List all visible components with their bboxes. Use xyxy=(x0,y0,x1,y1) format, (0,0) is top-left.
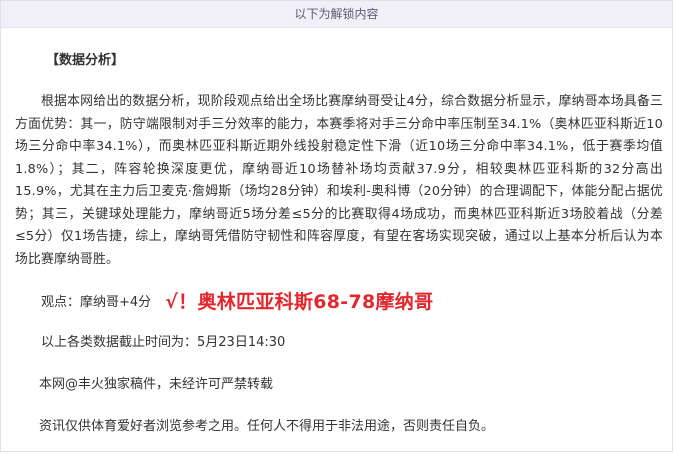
verdict-result: √！奥林匹亚科斯68-78摩纳哥 xyxy=(165,291,434,313)
unlock-banner-text: 以下为解锁内容 xyxy=(294,7,379,21)
disclaimer-text: 资讯仅供体育爱好者浏览参考之用。任何人不得用于非法用途，否则责任自负。 xyxy=(39,419,495,434)
verdict-row: 观点：摩纳哥+4分 √！奥林匹亚科斯68-78摩纳哥 xyxy=(41,287,433,314)
copyright-notice: 本网@丰火独家稿件，未经许可严禁转载 xyxy=(39,377,274,392)
article-frame: 以下为解锁内容 【数据分析】 根据本网给出的数据分析，现阶段观点给出全场比赛摩纳… xyxy=(0,0,673,452)
data-cutoff-time: 以上各类数据截止时间为：5月23日14:30 xyxy=(41,335,286,350)
verdict-label: 观点：摩纳哥+4分 xyxy=(41,295,152,310)
unlock-banner: 以下为解锁内容 xyxy=(1,1,672,28)
section-heading: 【数据分析】 xyxy=(46,53,125,68)
analysis-paragraph: 根据本网给出的数据分析，现阶段观点给出全场比赛摩纳哥受让4分，综合数据分析显示，… xyxy=(15,94,663,267)
